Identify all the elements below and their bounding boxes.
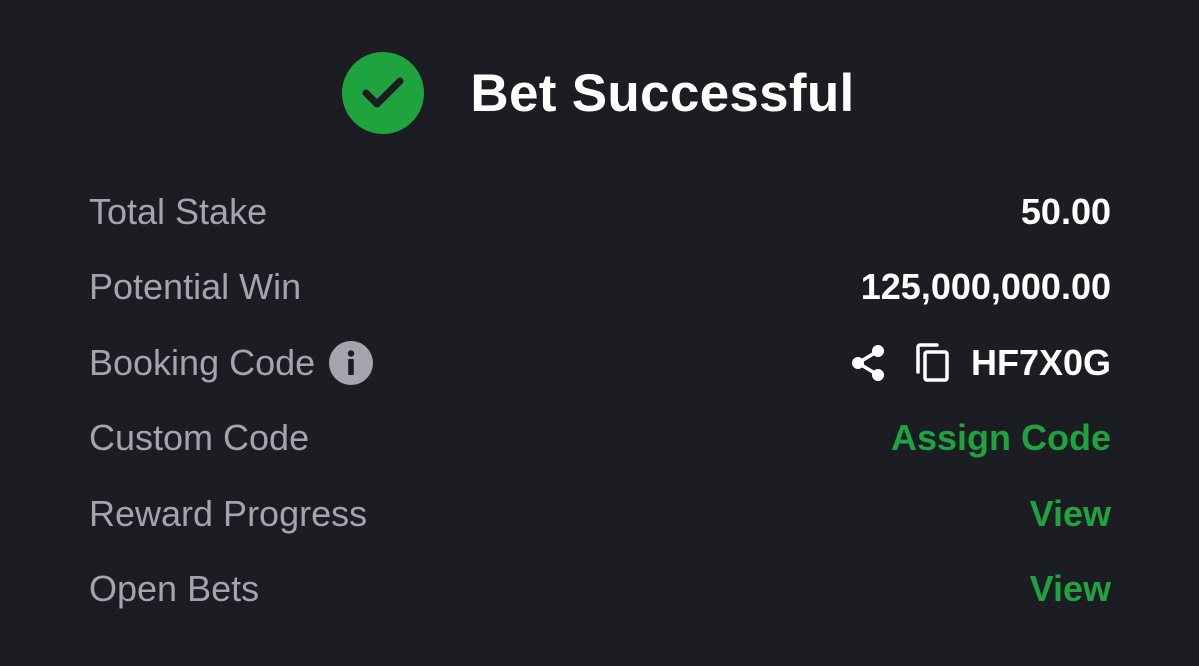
booking-code-row: Booking Code HF7X0G xyxy=(89,325,1111,401)
booking-code-value-group: HF7X0G xyxy=(849,342,1111,384)
bet-details-list: Total Stake 50.00 Potential Win 125,000,… xyxy=(89,174,1111,627)
total-stake-row: Total Stake 50.00 xyxy=(89,174,1111,250)
reward-progress-view-link[interactable]: View xyxy=(1030,493,1111,535)
info-icon[interactable] xyxy=(329,340,374,385)
share-icon[interactable] xyxy=(849,343,887,383)
open-bets-label-text: Open Bets xyxy=(89,568,260,610)
total-stake-value: 50.00 xyxy=(1020,190,1111,232)
potential-win-label: Potential Win xyxy=(89,266,301,308)
total-stake-label: Total Stake xyxy=(89,191,267,233)
total-stake-label-text: Total Stake xyxy=(89,190,268,232)
bet-success-header: Bet Successful xyxy=(0,52,1199,134)
assign-code-link[interactable]: Assign Code xyxy=(891,417,1111,459)
page-title: Bet Successful xyxy=(470,63,855,123)
potential-win-value: 125,000,000.00 xyxy=(860,266,1111,308)
booking-code-label-text: Booking Code xyxy=(89,341,316,383)
custom-code-label: Custom Code xyxy=(89,417,309,459)
copy-icon[interactable] xyxy=(913,342,951,384)
custom-code-row: Custom Code Assign Code xyxy=(89,401,1111,477)
booking-code-value[interactable]: HF7X0G xyxy=(971,342,1111,384)
open-bets-row: Open Bets View xyxy=(89,552,1111,628)
reward-progress-label: Reward Progress xyxy=(89,493,367,535)
potential-win-row: Potential Win 125,000,000.00 xyxy=(89,250,1111,326)
booking-code-label: Booking Code xyxy=(89,340,374,385)
check-circle-icon xyxy=(342,52,425,134)
potential-win-label-text: Potential Win xyxy=(89,266,302,308)
open-bets-label: Open Bets xyxy=(89,568,259,610)
reward-progress-row: Reward Progress View xyxy=(89,476,1111,552)
custom-code-label-text: Custom Code xyxy=(89,417,310,459)
open-bets-view-link[interactable]: View xyxy=(1030,568,1111,610)
reward-progress-label-text: Reward Progress xyxy=(89,492,368,534)
